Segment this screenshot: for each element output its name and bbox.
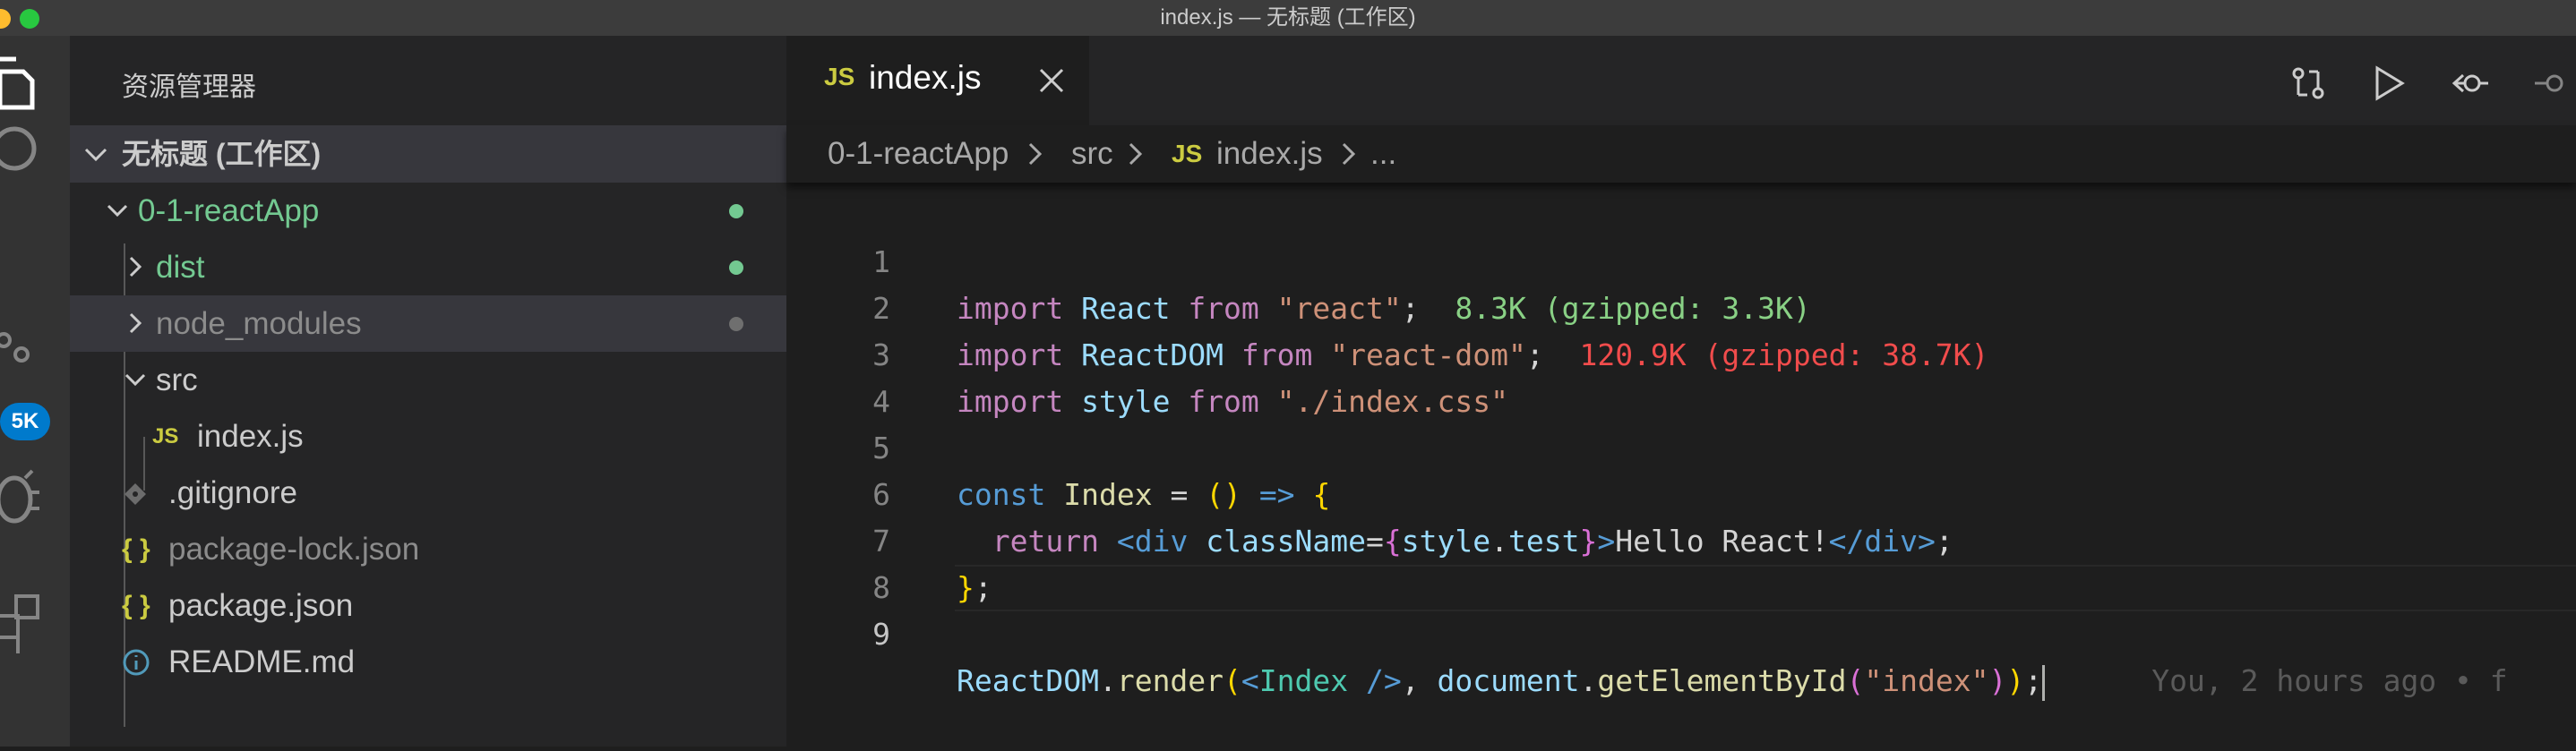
tree-item[interactable]: { } package.json <box>70 577 786 634</box>
code-line: 4 <box>786 332 890 419</box>
tree-item-label: index.js <box>197 419 304 454</box>
json-file-icon: { } <box>122 534 150 564</box>
close-icon[interactable] <box>1037 66 1066 95</box>
open-changes-icon[interactable] <box>2289 64 2327 102</box>
code-text: import ReactDOM from "react-dom"; 120.9K… <box>957 337 1989 372</box>
code-line: 7 }; <box>786 472 992 605</box>
code-text: import React from "react"; 8.3K (gzipped… <box>957 291 1811 326</box>
tree-item[interactable]: { } package-lock.json <box>70 521 786 577</box>
debug-icon[interactable] <box>0 465 70 528</box>
tree-item-label: dist <box>156 250 205 285</box>
git-status-dot <box>729 317 743 331</box>
chevron-right-icon <box>1028 142 1043 166</box>
chevron-right-icon <box>129 256 142 277</box>
json-file-icon: { } <box>122 591 150 620</box>
js-file-icon: JS <box>1172 140 1203 167</box>
explorer-title: 资源管理器 <box>122 73 256 102</box>
tree-item-label: README.md <box>168 644 356 679</box>
git-status-dot <box>729 204 743 218</box>
minimize-window-button[interactable] <box>0 9 11 29</box>
extensions-icon[interactable] <box>0 591 70 657</box>
tree-item-label: package.json <box>168 588 354 623</box>
line-number: 9 <box>872 617 890 652</box>
tree-item-label: src <box>156 363 198 397</box>
breadcrumb-item-src[interactable]: src <box>1071 125 1113 183</box>
tree-item[interactable]: src <box>70 352 786 408</box>
explorer-icon[interactable] <box>0 54 70 116</box>
tab-label: index.js <box>869 59 982 96</box>
code-line: 6 return <div className={style.test}>Hel… <box>786 425 1953 559</box>
code-line: 8 <box>786 518 890 605</box>
code-text: const Index = () => { <box>957 477 1331 512</box>
go-back-icon[interactable] <box>2451 64 2488 102</box>
js-file-icon: JS <box>824 63 855 90</box>
window-title: index.js — 无标题 (工作区) <box>1160 5 1416 30</box>
code-line: 1 import React from "react"; 8.3K (gzipp… <box>786 192 1811 326</box>
chevron-right-icon <box>129 312 142 334</box>
info-icon <box>123 649 150 676</box>
tree-item[interactable]: README.md <box>70 634 786 690</box>
tree-item[interactable]: .gitignore <box>70 465 786 521</box>
tree-item-label: .gitignore <box>168 475 297 510</box>
git-file-icon <box>125 483 146 505</box>
tree-item[interactable]: dist <box>70 239 786 295</box>
breadcrumb-item-project[interactable]: 0-1-reactApp <box>828 125 1009 183</box>
window-titlebar: index.js — 无标题 (工作区) <box>0 0 2576 36</box>
workspace-name: 无标题 (工作区) <box>122 138 322 170</box>
editor-tab-bar: JS index.js <box>786 36 2576 125</box>
code-line: 5 const Index = () => { <box>786 379 1330 512</box>
code-editor[interactable]: 1 import React from "react"; 8.3K (gzipp… <box>786 183 2576 747</box>
code-text: return <div className={style.test}>Hello… <box>992 524 1953 559</box>
code-text: import style from "./index.css" <box>957 384 1508 419</box>
code-line: 2 import ReactDOM from "react-dom"; 120.… <box>786 239 1988 372</box>
scm-count-badge: 5K <box>0 403 50 440</box>
breadcrumb: 0-1-reactApp src JS index.js ... <box>786 125 2576 183</box>
code-line: 3 import style from "./index.css" <box>786 286 1508 419</box>
chevron-down-icon <box>107 204 128 218</box>
tree-item-label: node_modules <box>156 306 362 341</box>
current-line-highlight <box>955 565 2576 611</box>
import-cost-badge: 8.3K (gzipped: 3.3K) <box>1455 291 1811 326</box>
workspace-header[interactable]: 无标题 (工作区) <box>70 125 786 183</box>
chevron-down-icon <box>125 373 146 387</box>
tree-item[interactable]: node_modules <box>70 295 786 352</box>
explorer-sidebar: 资源管理器 无标题 (工作区) 0-1-reactApp dist node_mod… <box>70 36 786 747</box>
tree-item[interactable]: 0-1-reactApp <box>70 183 786 239</box>
code-line: 9 ReactDOM.render(<Index />, document.ge… <box>786 565 2508 701</box>
tree-item-label: 0-1-reactApp <box>138 193 320 228</box>
go-forward-icon[interactable] <box>2531 64 2569 102</box>
activity-bar: 5K <box>0 36 70 747</box>
search-icon[interactable] <box>0 116 70 179</box>
tree-item[interactable]: JS index.js <box>70 408 786 465</box>
text-cursor <box>2042 664 2046 701</box>
breadcrumb-item-file[interactable]: index.js <box>1216 125 1323 183</box>
tree-item-label: package-lock.json <box>168 532 420 567</box>
chevron-right-icon <box>1342 142 1356 166</box>
git-status-dot <box>729 260 743 275</box>
breadcrumb-item-more[interactable]: ... <box>1370 125 1396 183</box>
chevron-down-icon <box>84 148 107 162</box>
maximize-window-button[interactable] <box>20 9 39 29</box>
js-file-icon: JS <box>152 424 179 448</box>
tab-index-js[interactable]: JS index.js <box>786 36 1089 125</box>
source-control-icon[interactable] <box>0 331 70 394</box>
chevron-right-icon <box>1129 142 1143 166</box>
import-cost-badge: 120.9K (gzipped: 38.7K) <box>1579 337 1989 372</box>
run-icon[interactable] <box>2370 64 2408 102</box>
code-text: ReactDOM.render(<Index />, document.getE… <box>957 658 2508 704</box>
git-blame-annotation: You, 2 hours ago • f <box>2151 663 2508 698</box>
